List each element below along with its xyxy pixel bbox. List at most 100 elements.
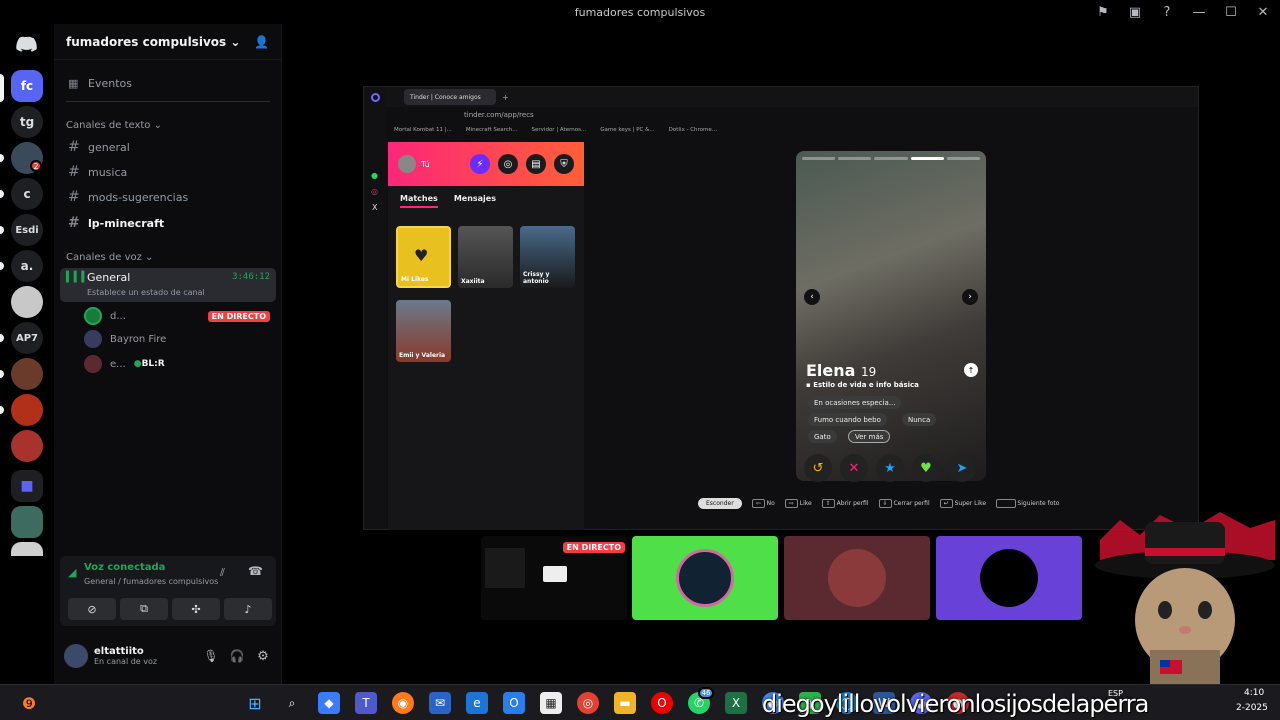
channel-musica[interactable]: # musica: [62, 161, 274, 183]
microphone-icon[interactable]: 🎙: [198, 649, 224, 663]
server-esdi[interactable]: Esdi: [11, 214, 43, 246]
shield-icon[interactable]: ⛨: [554, 154, 574, 174]
voice-channel-general[interactable]: ▍▍▍ General 3:46:12 Establece un estado …: [60, 268, 276, 302]
bookmark-item[interactable]: Minecraft Search...: [466, 127, 518, 133]
tinder-profile-card[interactable]: ‹ › Elena 19 ↑ ▪ Estilo de vida e info b…: [796, 151, 986, 481]
copilot-icon[interactable]: ◆: [318, 692, 340, 714]
voice-user-3[interactable]: e... ● BL:R: [84, 354, 165, 374]
server-ap7[interactable]: AP7: [11, 322, 43, 354]
voice-user-1[interactable]: d... EN DIRECTO: [84, 306, 270, 326]
events-row[interactable]: ▦ Eventos: [62, 72, 274, 94]
start-icon[interactable]: ⊞: [244, 692, 266, 714]
teams-icon[interactable]: T: [355, 692, 377, 714]
next-photo-icon[interactable]: ›: [962, 289, 978, 305]
voice-connected-subtitle[interactable]: General / fumadores compulsivos: [84, 577, 218, 586]
x-icon[interactable]: X: [372, 203, 377, 212]
match-card[interactable]: Xaxiita: [458, 226, 513, 288]
super-like-button[interactable]: ★: [876, 454, 904, 482]
soundboard-button[interactable]: ♪: [224, 598, 272, 620]
search-icon[interactable]: ⌕: [281, 692, 303, 714]
match-card[interactable]: Crissy y antonio: [520, 226, 575, 288]
participant-tile[interactable]: [936, 536, 1082, 620]
voice-speaker-icon: ▍▍▍: [66, 272, 90, 283]
bookmark-item[interactable]: Dotlix - Chrome...: [669, 127, 717, 133]
server-header[interactable]: fumadores compulsivos ⌄ 👤: [54, 24, 281, 60]
close-icon[interactable]: ✕: [1254, 3, 1272, 21]
server-a[interactable]: a.: [11, 250, 43, 282]
prev-photo-icon[interactable]: ‹: [804, 289, 820, 305]
screen-share-button[interactable]: ⧉: [120, 598, 168, 620]
server-avatar-6[interactable]: [11, 506, 43, 538]
stream-tile[interactable]: EN DIRECTO: [481, 536, 627, 620]
chrome-icon[interactable]: ◎: [577, 692, 599, 714]
address-bar[interactable]: tinder.com/app/recs: [364, 107, 1198, 123]
maximize-icon[interactable]: ☐: [1222, 3, 1240, 21]
noise-suppression-icon[interactable]: ⫽: [220, 566, 225, 580]
voice-user-2[interactable]: Bayron Fire: [84, 329, 166, 349]
hide-hints-button[interactable]: Esconder: [698, 497, 742, 509]
voice-status[interactable]: Establece un estado de canal: [87, 288, 205, 297]
channel-mods-sugerencias[interactable]: # mods-sugerencias: [62, 186, 274, 208]
avatar[interactable]: [64, 644, 88, 668]
help-icon[interactable]: ?: [1158, 3, 1176, 21]
firefox-icon[interactable]: ◉: [392, 692, 414, 714]
match-card-likes[interactable]: ♥ Mi Likes: [396, 226, 451, 288]
bookmark-item[interactable]: Servidor | Aternos...: [532, 127, 587, 133]
bookmark-item[interactable]: Game keys | PC &...: [600, 127, 654, 133]
bookmark-item[interactable]: Mortal Kombat 11 |...: [394, 127, 452, 133]
server-avatar-2[interactable]: [11, 286, 43, 318]
whatsapp-icon[interactable]: ●: [371, 171, 378, 180]
ver-mas-button[interactable]: Ver más: [848, 430, 891, 443]
server-avatar-5[interactable]: [11, 430, 43, 462]
boost-send-button[interactable]: ➤: [948, 454, 976, 482]
text-category[interactable]: Canales de texto ⌄: [66, 120, 162, 131]
server-fc[interactable]: fc: [11, 70, 43, 102]
tab-matches[interactable]: Matches: [400, 194, 438, 208]
folder-icon[interactable]: ■: [11, 470, 43, 502]
activities-button[interactable]: ✣: [172, 598, 220, 620]
server-avatar-4[interactable]: [11, 394, 43, 426]
excel-icon[interactable]: X: [725, 692, 747, 714]
tab-mensajes[interactable]: Mensajes: [454, 194, 496, 208]
channel-lp-minecraft[interactable]: # lp-minecraft: [62, 212, 274, 234]
discord-home-icon[interactable]: [11, 28, 43, 60]
disconnect-icon[interactable]: ☎: [248, 564, 263, 578]
participant-tile[interactable]: [632, 536, 778, 620]
new-tab-icon[interactable]: +: [502, 93, 509, 102]
match-card[interactable]: Emii y Valeria: [396, 300, 451, 362]
server-tg[interactable]: tg: [11, 106, 43, 138]
avatar[interactable]: [398, 155, 416, 173]
opera-icon[interactable]: O: [651, 692, 673, 714]
like-button[interactable]: ♥: [912, 454, 940, 482]
server-avatar-3[interactable]: [11, 358, 43, 390]
clock-time[interactable]: 4:10: [1244, 688, 1264, 698]
inbox-icon[interactable]: ▣: [1126, 3, 1144, 21]
server-c[interactable]: c: [11, 178, 43, 210]
channel-general[interactable]: # general: [62, 136, 274, 158]
inbox-flag-icon[interactable]: ⚑: [1094, 3, 1112, 21]
nope-button[interactable]: ✕: [840, 454, 868, 482]
store-icon[interactable]: ▦: [540, 692, 562, 714]
browser-tab-tinder[interactable]: Tinder | Conoce amigos: [404, 89, 496, 105]
mail-icon[interactable]: ✉: [429, 692, 451, 714]
clock-date[interactable]: 2-2025: [1236, 703, 1268, 713]
server-avatar-7[interactable]: [11, 542, 43, 556]
boost-icon[interactable]: ⚡: [470, 154, 490, 174]
participant-tile[interactable]: [784, 536, 930, 620]
voice-category[interactable]: Canales de voz ⌄: [66, 252, 153, 263]
settings-gear-icon[interactable]: ⚙: [250, 649, 276, 664]
edge-icon[interactable]: e: [466, 692, 488, 714]
minimize-icon[interactable]: —: [1190, 3, 1208, 21]
info-up-icon[interactable]: ↑: [964, 363, 978, 377]
explore-icon[interactable]: ◎: [498, 154, 518, 174]
instagram-icon[interactable]: ◎: [371, 187, 378, 196]
file-explorer-icon[interactable]: ▬: [614, 692, 636, 714]
camera-off-button[interactable]: ⊘: [68, 598, 116, 620]
outlook-icon[interactable]: O: [503, 692, 525, 714]
briefcase-icon[interactable]: ▤: [526, 154, 546, 174]
add-member-icon[interactable]: 👤: [254, 35, 269, 49]
headphones-icon[interactable]: 🎧: [224, 649, 250, 663]
rewind-button[interactable]: ↺: [804, 454, 832, 482]
widgets-icon[interactable]: ❾: [18, 692, 40, 714]
username: eltattiito: [94, 646, 144, 657]
